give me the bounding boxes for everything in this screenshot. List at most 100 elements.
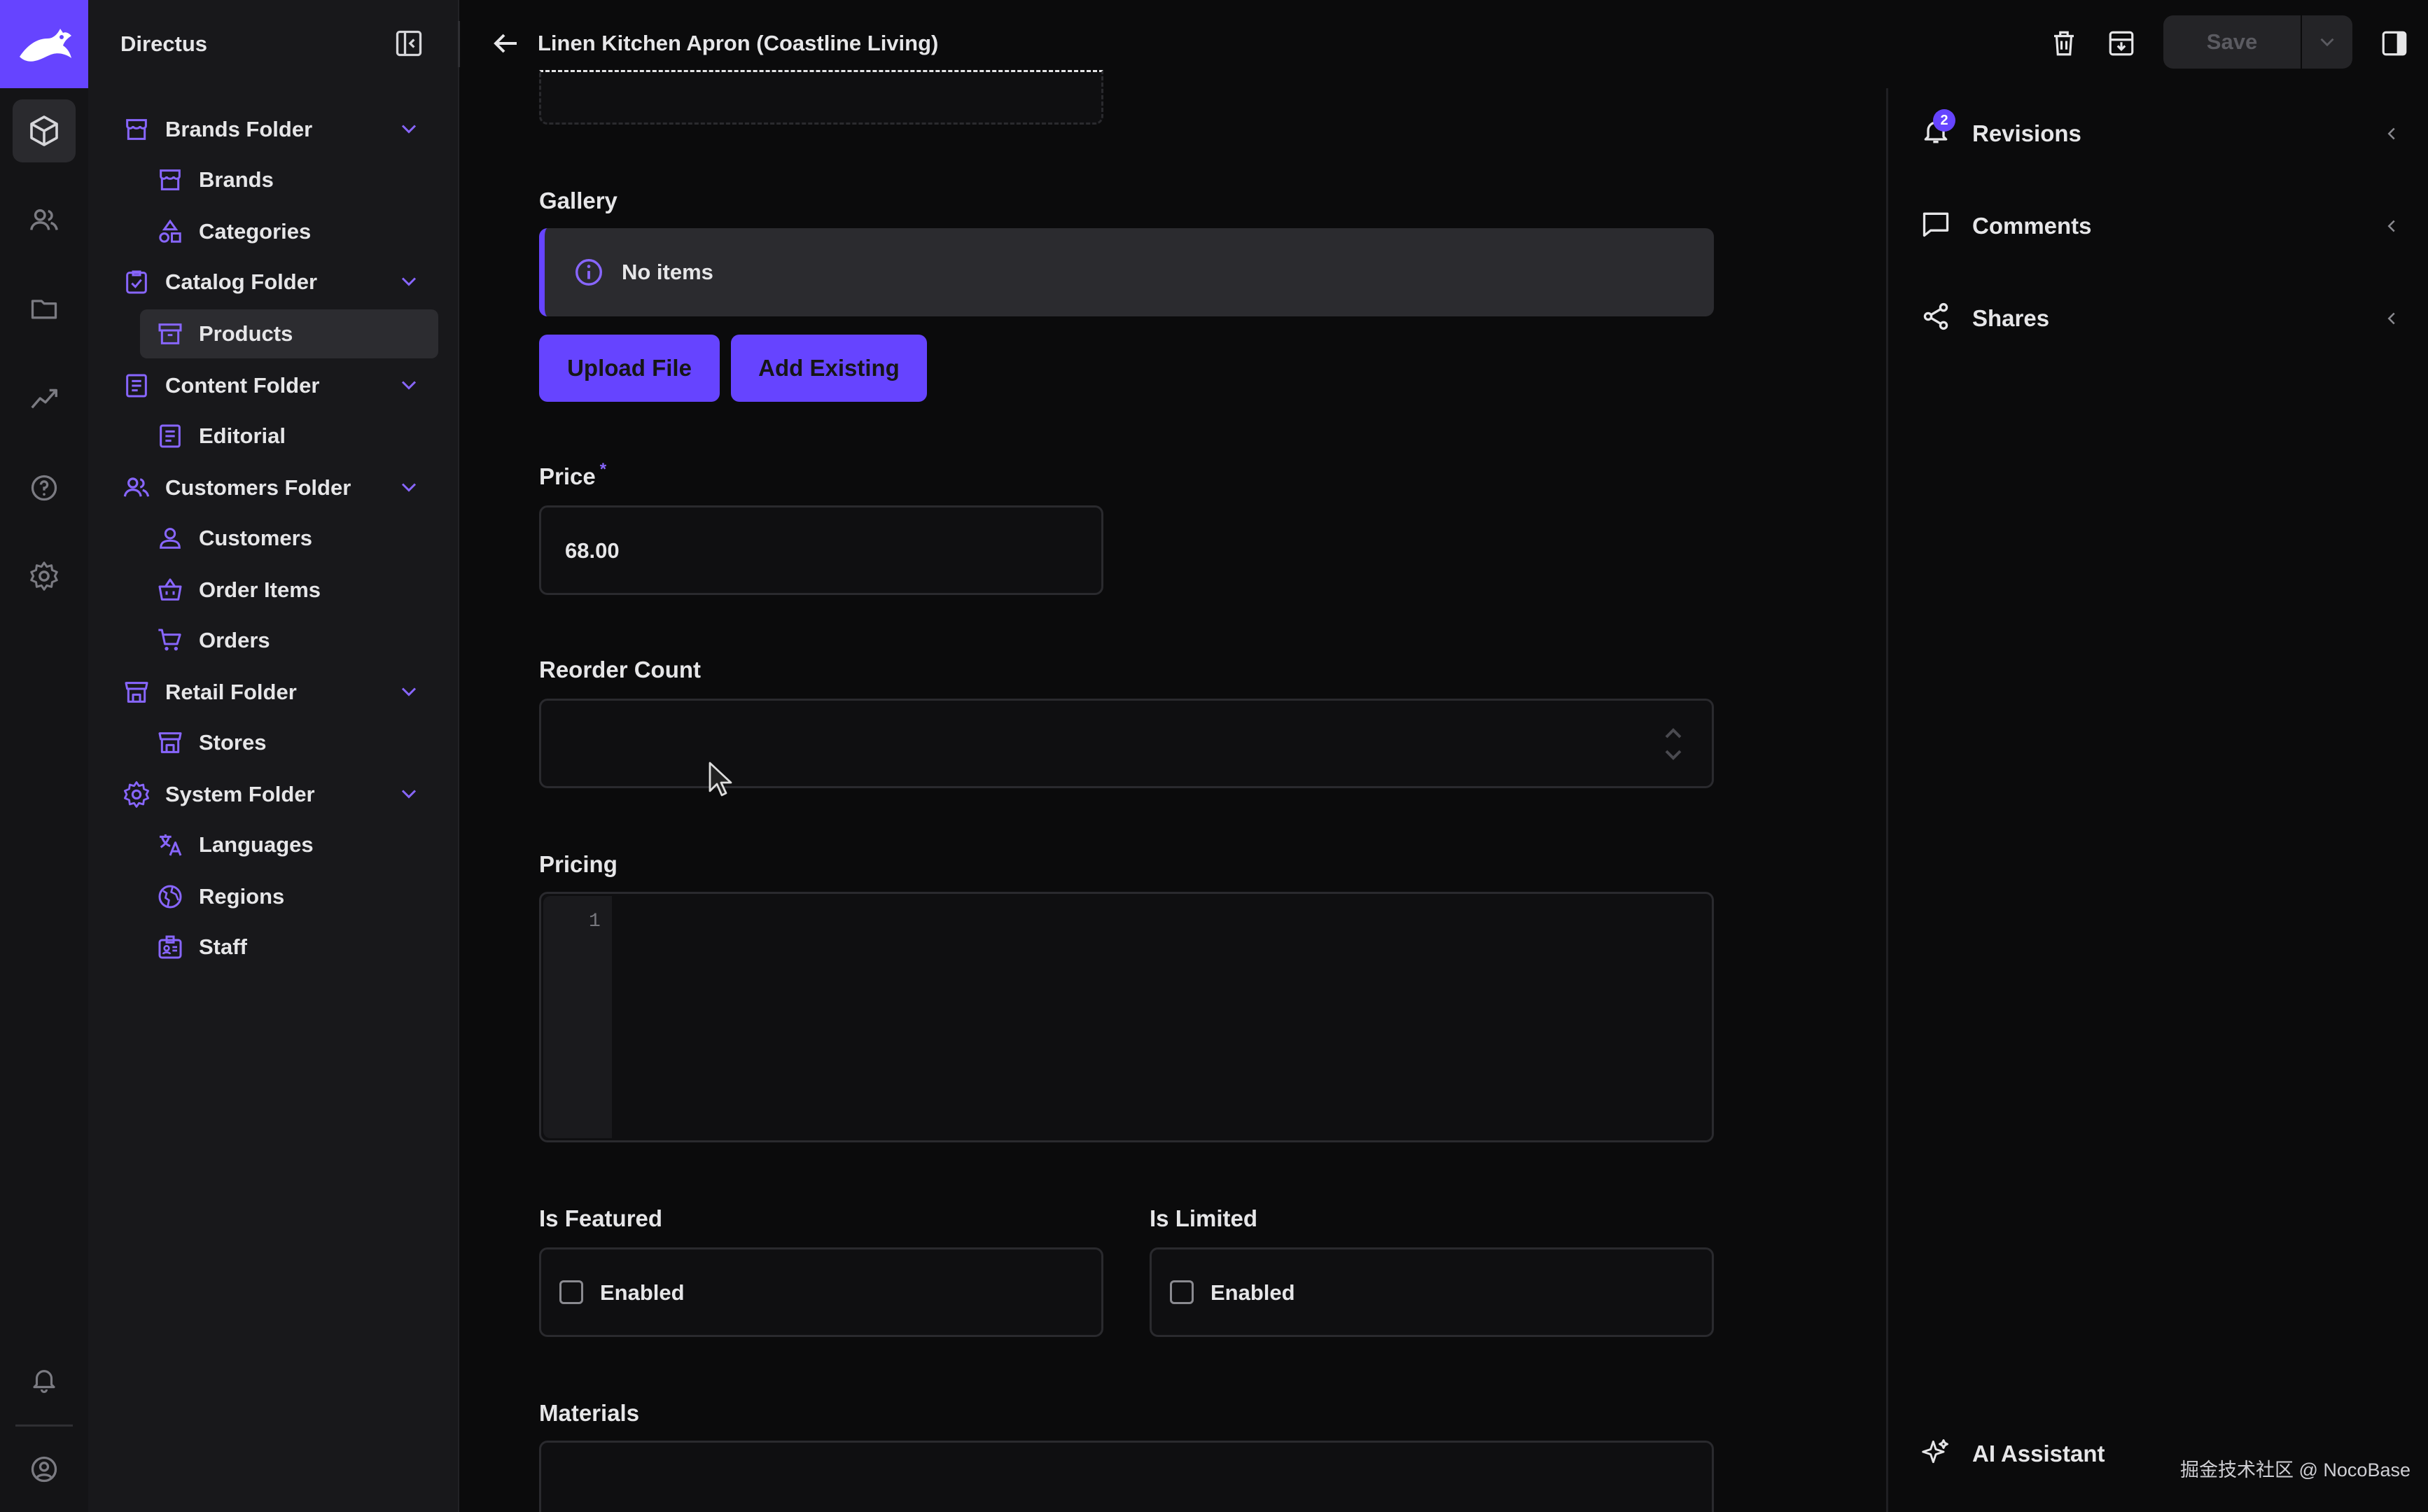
chevron-down-icon[interactable] [396,781,421,806]
revisions-label: Revisions [1972,120,2081,146]
toggle-navigation-button[interactable] [393,28,424,59]
nav-folder-label: Retail Folder [165,680,297,704]
users-module-button[interactable] [13,189,76,252]
archive-button[interactable] [2103,25,2140,62]
ai-assistant-button[interactable]: AI Assistant [1920,1429,2158,1478]
help-module-button[interactable] [13,456,76,519]
storefront-icon [154,727,186,759]
nav-item-categories[interactable]: Categories [154,207,311,256]
mouse-cursor-icon [709,762,732,797]
chevron-down-icon[interactable] [396,679,421,704]
nav-item-label: Stores [199,730,267,755]
shares-section[interactable]: Shares [1920,294,2410,343]
comments-section[interactable]: Comments [1920,202,2410,251]
pricing-code-editor[interactable]: 1 [539,892,1714,1142]
nav-item-staff[interactable]: Staff [154,923,247,972]
is-limited-label: Is Limited [1150,1205,1258,1231]
catalog-folder-icon [120,266,153,298]
save-options-button[interactable] [2302,15,2352,69]
chevron-left-icon [2387,127,2395,140]
chevron-left-icon [2387,220,2395,232]
nav-folder-brands[interactable]: Brands Folder [120,105,442,154]
article-icon [120,370,153,402]
trash-icon [2054,31,2074,56]
comments-icon-wrap [1920,209,1955,244]
content-module-button[interactable] [13,99,76,162]
page-title: Linen Kitchen Apron (Coastline Living) [538,31,939,55]
notifications-button[interactable] [13,1348,76,1411]
basket-icon [154,574,186,606]
stepper-icon[interactable] [1663,723,1684,765]
sidebar-collapse-icon [396,30,422,57]
nav-item-orders[interactable]: Orders [154,616,270,665]
box-icon [30,115,58,146]
line-number-gutter [543,896,612,1138]
article-icon [154,420,186,452]
is-featured-checkbox[interactable] [559,1280,583,1304]
nav-item-order-items[interactable]: Order Items [154,566,321,615]
settings-module-button[interactable] [13,545,76,608]
files-module-button[interactable] [13,277,76,340]
is-limited-option: Enabled [1210,1280,1295,1305]
revisions-section[interactable]: 2 Revisions [1920,109,2410,158]
back-button[interactable] [489,27,522,60]
chevron-down-icon[interactable] [396,116,421,141]
help-icon [31,475,57,501]
module-bar [0,0,88,1512]
is-limited-checkbox[interactable] [1170,1280,1194,1304]
directus-logo[interactable] [0,0,88,88]
detail-sidebar: 2 Revisions Comments Shares AI Assistant [1886,88,2428,1512]
nav-item-label: Regions [199,884,285,909]
nav-item-label: Staff [199,934,247,959]
user-profile-button[interactable] [13,1438,76,1501]
ai-icon-wrap [1920,1436,1955,1471]
translate-icon [154,829,186,861]
add-existing-button[interactable]: Add Existing [731,335,927,402]
price-input[interactable]: 68.00 [539,505,1103,595]
pricing-label: Pricing [539,851,618,877]
nav-item-languages[interactable]: Languages [154,820,314,869]
previous-field-input[interactable] [539,70,1103,125]
nav-folder-catalog[interactable]: Catalog Folder [120,258,442,307]
store-icon [154,164,186,196]
materials-label: Materials [539,1400,640,1426]
price-label: Price * [539,460,606,490]
nav-folder-customers[interactable]: Customers Folder [120,463,442,512]
nav-folder-retail[interactable]: Retail Folder [120,668,442,717]
rail-divider [15,1424,73,1427]
insights-icon [31,388,57,409]
delete-button[interactable] [2046,25,2082,62]
user-avatar-icon [31,1456,57,1483]
chevron-down-icon[interactable] [396,372,421,398]
nav-folder-label: Content Folder [165,373,320,398]
nav-folder-content[interactable]: Content Folder [120,361,442,410]
nav-item-stores[interactable]: Stores [154,718,266,767]
person-icon [154,522,186,554]
nav-item-customers[interactable]: Customers [154,514,312,563]
nav-item-editorial[interactable]: Editorial [154,412,286,461]
brands-folder-icon [120,113,153,146]
nav-item-brands[interactable]: Brands [154,155,274,204]
revisions-icon-wrap: 2 [1920,109,1955,151]
materials-input[interactable] [539,1441,1714,1512]
nav-item-products[interactable]: Products [140,309,438,358]
storefront-icon [120,676,153,708]
nav-item-regions[interactable]: Regions [154,872,284,921]
toggle-sidebar-button[interactable] [2376,25,2413,62]
save-button[interactable]: Save [2163,15,2301,69]
upload-file-button[interactable]: Upload File [539,335,720,402]
globe-icon [154,881,186,913]
shapes-icon [154,216,186,248]
nav-folder-label: Catalog Folder [165,270,318,294]
project-name: Directus [120,31,208,56]
insights-module-button[interactable] [13,367,76,430]
nav-folder-system[interactable]: System Folder [120,770,442,819]
chevron-left-icon [2387,312,2395,325]
chevron-down-icon[interactable] [396,475,421,500]
gear-icon [120,778,153,811]
is-featured-toggle[interactable]: Enabled [539,1247,1103,1337]
is-limited-toggle[interactable]: Enabled [1150,1247,1714,1337]
archive-icon [154,318,186,350]
chevron-down-icon[interactable] [396,269,421,294]
nav-item-label: Order Items [199,578,321,602]
